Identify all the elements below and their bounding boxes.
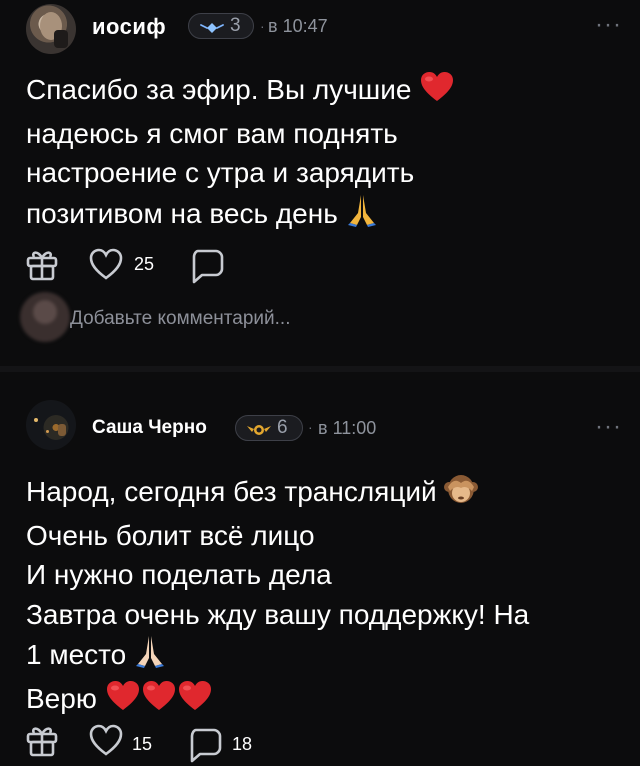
red-heart-emoji bbox=[419, 71, 455, 114]
add-comment-row[interactable]: Добавьте комментарий... bbox=[0, 292, 640, 344]
separator-dot: · bbox=[308, 419, 313, 435]
add-comment-input[interactable]: Добавьте комментарий... bbox=[70, 308, 290, 330]
avatar-phone bbox=[54, 30, 68, 48]
post-divider bbox=[0, 366, 640, 372]
text-line: Верю bbox=[26, 682, 97, 714]
separator-dot: · bbox=[260, 18, 265, 34]
badge-level: 3 bbox=[230, 15, 241, 36]
text-line: И нужно поделать дела bbox=[26, 559, 332, 590]
gift-icon[interactable] bbox=[24, 722, 60, 758]
more-options-icon[interactable]: ··· bbox=[595, 13, 622, 37]
badge-level: 6 bbox=[277, 417, 288, 438]
red-heart-emoji bbox=[177, 680, 213, 723]
avatar-light bbox=[34, 418, 38, 422]
like-count: 25 bbox=[134, 254, 155, 274]
avatar-light bbox=[46, 430, 49, 433]
heart-icon[interactable] bbox=[88, 247, 124, 281]
post-time: в 10:47 bbox=[268, 16, 328, 36]
post-actions: 15 18 bbox=[0, 720, 640, 764]
author-name[interactable]: иосиф bbox=[92, 14, 166, 40]
post-actions: 25 bbox=[0, 244, 640, 288]
post-header: Саша Черно 6 · в 11:00 ··· bbox=[0, 392, 640, 452]
text-line: настроение с утра и зарядить bbox=[26, 157, 415, 188]
red-heart-emoji bbox=[141, 680, 177, 723]
gift-icon[interactable] bbox=[24, 246, 60, 282]
text-line: надеюсь я смог вам поднять bbox=[26, 117, 398, 149]
text-line: Народ, сегодня без трансляций bbox=[26, 476, 437, 507]
folded-hands-emoji bbox=[346, 193, 378, 238]
text-line: Завтра очень жду вашу поддержку! На bbox=[26, 598, 530, 630]
comment-count: 18 bbox=[232, 734, 253, 754]
level-badge[interactable]: 6 bbox=[235, 415, 303, 441]
heart-icon[interactable] bbox=[88, 723, 124, 757]
post-text: Спасибо за эфир. Вы лучшие надеюсь я смо… bbox=[26, 70, 626, 237]
folded-hands-emoji bbox=[134, 634, 166, 679]
diamond-badge-icon bbox=[199, 19, 225, 33]
text-line: Очень болит всё лицо bbox=[26, 519, 315, 551]
post-card: Саша Черно 6 · в 11:00 ··· Народ, сегодн… bbox=[0, 392, 640, 763]
my-avatar bbox=[20, 292, 70, 342]
avatar[interactable] bbox=[26, 400, 76, 450]
comment-icon[interactable] bbox=[188, 247, 226, 285]
winged-badge-icon bbox=[246, 421, 272, 435]
comment-icon[interactable] bbox=[186, 726, 224, 764]
text-line: позитивом на весь день bbox=[26, 197, 338, 229]
avatar[interactable] bbox=[26, 4, 76, 54]
text-line: Спасибо за эфир. Вы лучшие bbox=[26, 74, 412, 105]
red-heart-emoji bbox=[105, 680, 141, 723]
author-name[interactable]: Саша Черно bbox=[92, 417, 207, 439]
see-no-evil-monkey-emoji bbox=[444, 473, 479, 516]
avatar-figure bbox=[58, 424, 66, 436]
text-line: 1 место bbox=[26, 639, 127, 670]
post-header: иосиф 3 · в 10:47 ··· bbox=[0, 0, 640, 60]
post-time: в 11:00 bbox=[318, 418, 377, 438]
like-count: 15 bbox=[132, 734, 153, 754]
post-card: иосиф 3 · в 10:47 ··· Спасибо за эфир. В… bbox=[0, 0, 640, 372]
post-text: Народ, сегодня без трансляций Очень боли… bbox=[26, 472, 626, 722]
more-options-icon[interactable]: ··· bbox=[595, 415, 622, 439]
level-badge[interactable]: 3 bbox=[188, 13, 254, 39]
